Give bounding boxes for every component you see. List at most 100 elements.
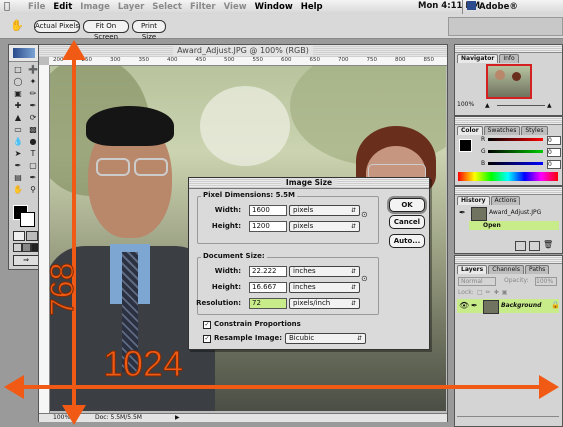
cancel-button[interactable]: Cancel: [389, 215, 425, 229]
hand-tool-box-icon[interactable]: ✋: [11, 184, 25, 195]
pen-tool-icon[interactable]: ✒: [11, 160, 25, 171]
resample-image-checkbox[interactable]: ✓ Resample Image:: [203, 334, 282, 343]
zoom-out-icon[interactable]: ▲: [485, 102, 493, 109]
blur-tool-icon[interactable]: 💧: [11, 136, 25, 147]
zoom-in-icon[interactable]: ▲: [547, 102, 555, 109]
green-channel-value[interactable]: 0: [547, 148, 561, 157]
path-select-tool-icon[interactable]: ➤: [11, 148, 25, 159]
menu-select[interactable]: Select: [148, 2, 186, 12]
navigator-zoom-value[interactable]: 100%: [457, 101, 474, 108]
blue-channel-slider[interactable]: [488, 162, 543, 165]
menu-view[interactable]: View: [220, 2, 251, 12]
print-size-button[interactable]: Print Size: [132, 20, 166, 41]
marquee-tool-icon[interactable]: □: [11, 64, 25, 75]
zoom-slider[interactable]: [497, 105, 545, 106]
screen-mode-standard-icon[interactable]: [13, 243, 22, 252]
history-brush-source-icon[interactable]: ✒: [459, 208, 466, 217]
document-size-readout[interactable]: Doc: 5.5M/5.5M: [95, 414, 142, 422]
tab-layers[interactable]: Layers: [457, 265, 488, 274]
color-foreground-swatch[interactable]: [459, 139, 472, 152]
opacity-input[interactable]: 100%: [535, 277, 557, 286]
tab-swatches[interactable]: Swatches: [483, 126, 521, 135]
tab-info[interactable]: Info: [499, 54, 519, 63]
history-palette-titlebar[interactable]: [455, 187, 562, 195]
document-width-unit-select[interactable]: inches ⇵: [289, 266, 360, 277]
menu-edit[interactable]: Edit: [49, 2, 76, 12]
application-switcher[interactable]: Adobe® Photoshop® 6.0.1: [462, 0, 563, 26]
layer-row-background[interactable]: 👁 ✒ Background 🔒: [457, 299, 560, 314]
palette-well[interactable]: [448, 17, 563, 36]
blend-mode-select[interactable]: Normal: [458, 277, 496, 286]
tab-actions[interactable]: Actions: [490, 196, 521, 205]
layers-palette-titlebar[interactable]: [455, 256, 562, 264]
pixel-dimensions-label: Pixel Dimensions: 5.5M: [201, 191, 297, 199]
screen-mode-full-menu-icon[interactable]: [22, 243, 31, 252]
constrain-proportions-checkbox[interactable]: ✓ Constrain Proportions: [203, 320, 301, 329]
new-snapshot-icon[interactable]: [529, 241, 540, 251]
quick-mask-mode-icon[interactable]: [26, 231, 38, 241]
toolbox: □ ➕ ◯ ✦ ▣ ✏ ✚ ✒ ▲ ⟳ ▭ ▩ 💧 ● ➤ T ✒ ▢ ▤ ✒ …: [8, 44, 42, 270]
resolution-unit-select[interactable]: pixels/inch ⇵: [289, 298, 360, 309]
menu-window[interactable]: Window: [251, 2, 297, 12]
auto-button[interactable]: Auto...: [389, 234, 425, 248]
man-hair: [86, 106, 174, 146]
notes-tool-icon[interactable]: ▤: [11, 172, 25, 183]
adobe-feather-icon[interactable]: [13, 48, 35, 58]
pixel-height-unit-select[interactable]: pixels ⇵: [289, 221, 360, 232]
green-channel-slider[interactable]: [488, 150, 543, 153]
status-menu-arrow-icon[interactable]: ▶: [175, 414, 180, 422]
horizontal-ruler[interactable]: 200 250 300 350 400 450 500 550 600 650 700 750 800 8…: [49, 57, 447, 66]
stamp-tool-icon[interactable]: ▲: [11, 112, 25, 123]
red-channel-slider[interactable]: [488, 138, 543, 141]
background-color-swatch[interactable]: [20, 212, 35, 227]
navigator-thumbnail[interactable]: [486, 64, 532, 99]
red-channel-value[interactable]: 0: [547, 136, 561, 145]
document-width-input[interactable]: 22.222: [249, 266, 287, 277]
height-arrow-down-icon: [62, 405, 86, 425]
tab-navigator[interactable]: Navigator: [457, 54, 499, 63]
blue-channel-value[interactable]: 0: [547, 160, 561, 169]
trash-icon[interactable]: 🗑: [543, 240, 553, 249]
dialog-title-bar[interactable]: Image Size: [189, 178, 429, 189]
pixel-width-input[interactable]: 1600: [249, 205, 287, 216]
tab-paths[interactable]: Paths: [524, 265, 550, 274]
hand-tool-icon[interactable]: ✋: [8, 19, 26, 33]
blue-channel-label: B: [481, 160, 486, 167]
tab-history[interactable]: History: [457, 196, 490, 205]
menu-image[interactable]: Image: [76, 2, 114, 12]
eraser-tool-icon[interactable]: ▭: [11, 124, 25, 135]
lock-options[interactable]: □✏✚▣: [477, 289, 537, 296]
crop-tool-icon[interactable]: ▣: [11, 88, 25, 99]
document-title-bar[interactable]: Award_Adjust.JPG @ 100% (RGB): [39, 45, 447, 57]
history-snapshot-row[interactable]: ✒ Award_Adjust.JPG: [457, 206, 559, 221]
history-state-row[interactable]: Open: [469, 221, 559, 230]
color-palette-titlebar[interactable]: [455, 117, 562, 125]
toolbox-header: [9, 45, 41, 62]
menu-layer[interactable]: Layer: [114, 2, 148, 12]
lasso-tool-icon[interactable]: ◯: [11, 76, 25, 87]
jump-to-imageready-icon[interactable]: ⇒: [13, 255, 39, 266]
vertical-ruler[interactable]: [39, 65, 50, 413]
pixel-width-unit-select[interactable]: pixels ⇵: [289, 205, 360, 216]
new-document-from-state-icon[interactable]: [515, 241, 526, 251]
apple-menu-icon[interactable]: : [4, 1, 18, 13]
menu-help[interactable]: Help: [297, 2, 327, 12]
pixel-height-input[interactable]: 1200: [249, 221, 287, 232]
document-height-unit-select[interactable]: inches ⇵: [289, 282, 360, 293]
fit-on-screen-button[interactable]: Fit On Screen: [83, 20, 129, 41]
ok-button[interactable]: OK: [389, 198, 425, 212]
document-height-input[interactable]: 16.667: [249, 282, 287, 293]
healing-tool-icon[interactable]: ✚: [11, 100, 25, 111]
color-spectrum-ramp[interactable]: [458, 172, 558, 181]
menu-file[interactable]: File: [24, 2, 49, 12]
layer-visibility-eye-icon[interactable]: 👁: [459, 301, 469, 310]
tab-channels[interactable]: Channels: [488, 265, 524, 274]
menu-filter[interactable]: Filter: [186, 2, 220, 12]
standard-mode-icon[interactable]: [13, 231, 25, 241]
navigator-palette-titlebar[interactable]: [455, 45, 562, 53]
resolution-input[interactable]: 72: [249, 298, 287, 309]
actual-pixels-button[interactable]: Actual Pixels: [34, 20, 80, 33]
tab-color[interactable]: Color: [457, 126, 483, 135]
tab-styles[interactable]: Styles: [521, 126, 548, 135]
resample-method-select[interactable]: Bicubic ⇵: [285, 333, 366, 344]
